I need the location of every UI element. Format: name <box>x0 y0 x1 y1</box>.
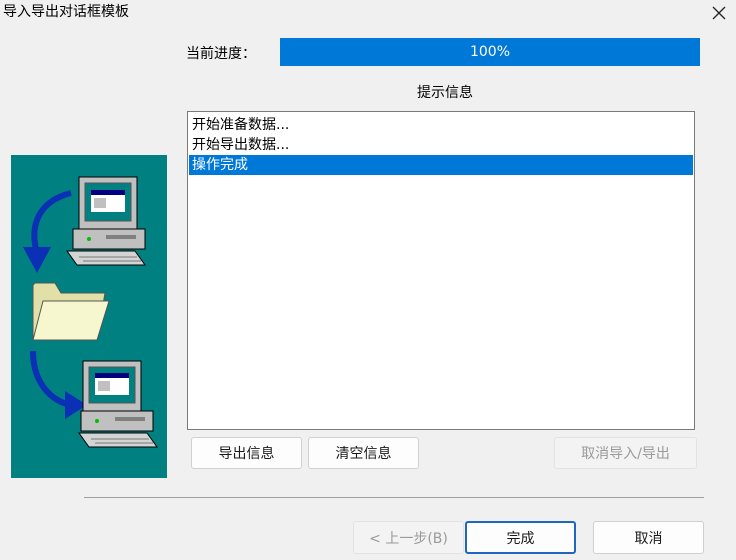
arrow-icon <box>31 190 72 254</box>
close-button[interactable] <box>702 0 736 26</box>
cancel-import-export-button[interactable]: 取消导入/导出 <box>554 437 697 469</box>
back-button[interactable]: < 上一步(B) <box>353 521 464 554</box>
computer-icon <box>66 176 146 266</box>
divider <box>84 497 704 498</box>
export-info-button[interactable]: 导出信息 <box>191 437 302 469</box>
list-item[interactable]: 开始准备数据... <box>189 115 693 135</box>
clear-info-button[interactable]: 清空信息 <box>308 437 419 469</box>
folder-icon <box>32 282 110 341</box>
list-item[interactable]: 操作完成 <box>189 155 693 175</box>
finish-button[interactable]: 完成 <box>465 521 576 554</box>
messages-heading: 提示信息 <box>417 85 473 101</box>
progress-text: 100% <box>469 44 511 60</box>
window-title: 导入导出对话框模板 <box>3 4 129 20</box>
wizard-illustration <box>11 155 167 478</box>
cancel-button[interactable]: 取消 <box>593 521 704 554</box>
close-icon <box>712 6 726 20</box>
computer-icon <box>78 360 158 448</box>
list-item[interactable]: 开始导出数据... <box>189 135 693 155</box>
progress-label: 当前进度： <box>186 46 256 62</box>
title-bar: 导入导出对话框模板 <box>0 0 736 26</box>
messages-listbox[interactable]: 开始准备数据... 开始导出数据... 操作完成 <box>187 111 695 430</box>
progress-bar: 100% <box>280 38 700 66</box>
